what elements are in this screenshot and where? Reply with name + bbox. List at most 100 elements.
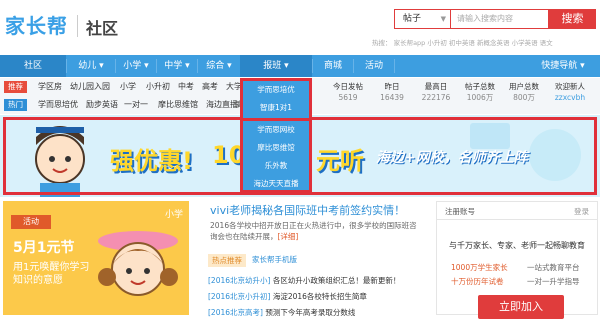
stat-value: 16439 (380, 93, 404, 102)
dropdown-item-haibian[interactable]: 海边天天直播 (243, 175, 309, 193)
stat-today: 今日发帖 5619 (326, 82, 370, 104)
newest-user-link[interactable]: zzxcvbh (548, 92, 592, 104)
article-title[interactable]: vivi老师揭秘各国际班中考前签约实情！ (210, 202, 405, 218)
news-item[interactable]: [2016北京高考] 预测下今年高考录取分数线 (208, 307, 355, 318)
register-heading[interactable]: 注册账号 (445, 206, 475, 217)
news-category: [2016北京幼升小] (208, 276, 271, 285)
stat-value: 800万 (513, 93, 535, 102)
link-xiaoshengchu[interactable]: 小升初 (146, 78, 170, 96)
chevron-down-icon: ▾ (144, 61, 149, 71)
stat-label: 欢迎新人 (555, 82, 585, 91)
link-primary[interactable]: 小学 (120, 78, 136, 96)
news-title: 海淀2016各校特长招生简章 (272, 292, 367, 301)
stat-users: 用户总数 800万 (502, 82, 546, 104)
news-item[interactable]: [2016北京幼升小] 各区幼升小政策组织汇总！最新更新！ (208, 275, 400, 286)
nav-primary[interactable]: 小学 ▾ (116, 55, 156, 77)
logo-divider (77, 15, 78, 37)
nav-middle[interactable]: 中学 ▾ (157, 55, 197, 77)
stat-value: 1006万 (466, 93, 494, 102)
stat-value: 5619 (338, 93, 358, 102)
stat-label: 帖子总数 (465, 82, 495, 91)
news-title: 各区幼升小政策组织汇总！最新更新！ (272, 276, 401, 285)
chevron-down-icon: ▼ (440, 15, 446, 23)
mobile-app-link[interactable]: 家长帮手机版 (252, 254, 297, 265)
hot-search: 热搜： 家长帮app 小升初 初中英语 新概念英语 小学英语 语文 (372, 39, 553, 47)
main-nav: 社区 幼儿 ▾ 小学 ▾ 中学 ▾ 综合 ▾ 报班 ▾ 商城 活动 快捷导航 ▾ (0, 55, 600, 77)
news-category: [2016北京高考] (208, 308, 263, 317)
search-type-select[interactable]: 帖子 ▼ (394, 9, 450, 29)
nav-events[interactable]: 活动 (354, 55, 394, 77)
nav-divider (394, 59, 395, 73)
panel-divider (437, 219, 597, 220)
hot-tag: 热门 (4, 99, 27, 111)
hot-recommend-tag[interactable]: 热点推荐 (208, 254, 246, 267)
nav-classes[interactable]: 报班 ▾ (240, 55, 312, 77)
chevron-down-icon: ▾ (99, 61, 104, 71)
link-school-district[interactable]: 学区房 (38, 78, 62, 96)
section-title: 社区 (86, 19, 119, 38)
link-libu-english[interactable]: 励步英语 (86, 96, 118, 114)
stat-label: 昨日 (384, 82, 400, 91)
nav-classes-label: 报班 (263, 61, 282, 71)
feature-papers: 十万份历年试卷 (451, 277, 504, 286)
stat-max-day: 最高日 222176 (414, 82, 458, 104)
stat-label: 最高日 (424, 82, 448, 91)
news-category: [2016北京小升初] (208, 292, 271, 301)
link-haibian-live[interactable]: 海边直播 (206, 96, 238, 114)
classes-dropdown: 学而思培优 智康1对1 学而思网校 摩比思维馆 乐外教 海边天天直播 (240, 78, 312, 193)
stat-posts: 帖子总数 1006万 (458, 82, 502, 104)
article-summary: 2016各学校中招开放日正在火热进行中，很多学校的国际班咨询会也在陆续开展，[详… (210, 220, 422, 242)
nav-middle-label: 中学 (164, 61, 183, 71)
article-more-link[interactable]: [详细] (278, 232, 299, 241)
chevron-down-icon: ▾ (227, 61, 232, 71)
feature-guidance: 一对一升学指导 (527, 277, 580, 286)
activity-promo[interactable]: 活动 5月1元节 用1元唤醒你学习知识的意愿 小学 (3, 201, 189, 315)
dropdown-item-zhikang[interactable]: 智康1对1 (243, 99, 309, 117)
logo[interactable]: 家长帮 (5, 10, 68, 39)
nav-mall[interactable]: 商城 (313, 55, 353, 77)
dropdown-item-xueersi[interactable]: 学而思培优 (243, 81, 309, 99)
nav-general-label: 综合 (206, 61, 225, 71)
article-summary-text: 2016各学校中招开放日正在火热进行中，很多学校的国际班咨询会也在陆续开展， (210, 221, 417, 241)
stat-value: 222176 (421, 93, 451, 102)
activity-tag: 活动 (11, 215, 51, 229)
chevron-down-icon: ▾ (284, 61, 289, 71)
join-button[interactable]: 立即加入 (478, 295, 564, 319)
link-kindergarten[interactable]: 幼儿园入园 (70, 78, 110, 96)
recommend-tag: 推荐 (4, 81, 27, 93)
nav-preschool-label: 幼儿 (78, 61, 97, 71)
register-tagline: 与千万家长、专家、老师一起畅聊教育 (449, 241, 585, 250)
news-item[interactable]: [2016北京小升初] 海淀2016各校特长招生简章 (208, 291, 367, 302)
nav-preschool[interactable]: 幼儿 ▾ (67, 55, 115, 77)
nav-primary-label: 小学 (123, 61, 142, 71)
search-button[interactable]: 搜索 (549, 9, 596, 29)
link-mobi[interactable]: 摩比思维馆 (158, 96, 198, 114)
feature-parents: 1000万学生家长 (451, 263, 508, 272)
nav-general[interactable]: 综合 ▾ (198, 55, 240, 77)
stat-newest-user: 欢迎新人 zzxcvbh (548, 82, 592, 104)
nav-community[interactable]: 社区 (0, 55, 66, 77)
header: 家长帮 社区 帖子 ▼ 请输入搜索内容 搜索 热搜： 家长帮app 小升初 初中英… (0, 0, 600, 52)
search-input[interactable]: 请输入搜索内容 (450, 9, 549, 29)
nav-quick-label: 快捷导航 (541, 61, 578, 71)
stat-yesterday: 昨日 16439 (370, 82, 414, 104)
dropdown-item-xueersi-online[interactable]: 学而思网校 (243, 121, 309, 139)
chevron-down-icon: ▾ (185, 61, 190, 71)
search-type-label: 帖子 (403, 14, 422, 24)
stat-label: 用户总数 (509, 82, 539, 91)
feature-platform: 一站式教育平台 (527, 263, 580, 272)
link-gaokao[interactable]: 高考 (202, 78, 218, 96)
activity-title: 5月1元节 (13, 240, 75, 256)
chevron-down-icon: ▾ (580, 61, 585, 71)
girl-illustration (98, 231, 178, 296)
dropdown-item-lewaijiao[interactable]: 乐外教 (243, 157, 309, 175)
nav-quick[interactable]: 快捷导航 ▾ (530, 55, 596, 77)
link-zhongkao[interactable]: 中考 (178, 78, 194, 96)
news-title: 预测下今年高考录取分数线 (265, 308, 356, 317)
link-xueersi[interactable]: 学而思培优 (38, 96, 78, 114)
link-one-on-one[interactable]: 一对一 (124, 96, 148, 114)
login-link[interactable]: 登录 (574, 206, 589, 217)
dropdown-item-mobi[interactable]: 摩比思维馆 (243, 139, 309, 157)
activity-desc: 用1元唤醒你学习知识的意愿 (13, 262, 90, 286)
stat-label: 今日发帖 (333, 82, 363, 91)
